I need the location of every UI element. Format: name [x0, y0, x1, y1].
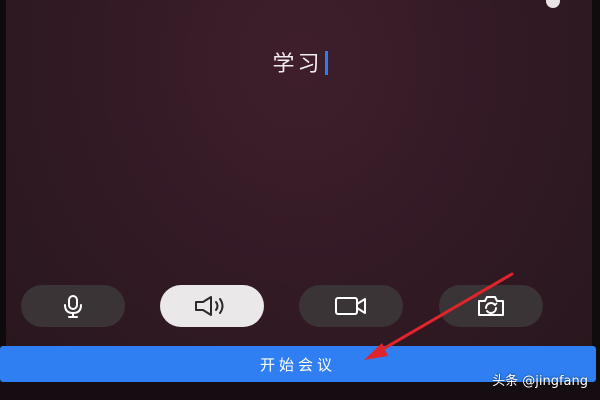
- meeting-title-text[interactable]: 学习: [272, 52, 322, 77]
- video-toggle-button[interactable]: [299, 285, 403, 327]
- meeting-title-field[interactable]: 学习: [0, 46, 600, 78]
- switch-camera-icon: [478, 296, 504, 316]
- start-meeting-label: 开始会议: [259, 355, 336, 374]
- text-cursor: [324, 51, 328, 75]
- microphone-toggle-button[interactable]: [21, 285, 125, 327]
- speaker-icon: [195, 296, 224, 316]
- watermark-text: 头条 @jingfang: [492, 374, 588, 389]
- speaker-toggle-button[interactable]: [160, 285, 264, 327]
- meeting-screen: 学习 开始会议 头条 @jingfang: [0, 0, 600, 400]
- microphone-icon: [64, 295, 82, 318]
- switch-camera-button[interactable]: [439, 285, 543, 327]
- status-dot-icon: [546, 0, 560, 8]
- video-camera-icon: [335, 297, 366, 315]
